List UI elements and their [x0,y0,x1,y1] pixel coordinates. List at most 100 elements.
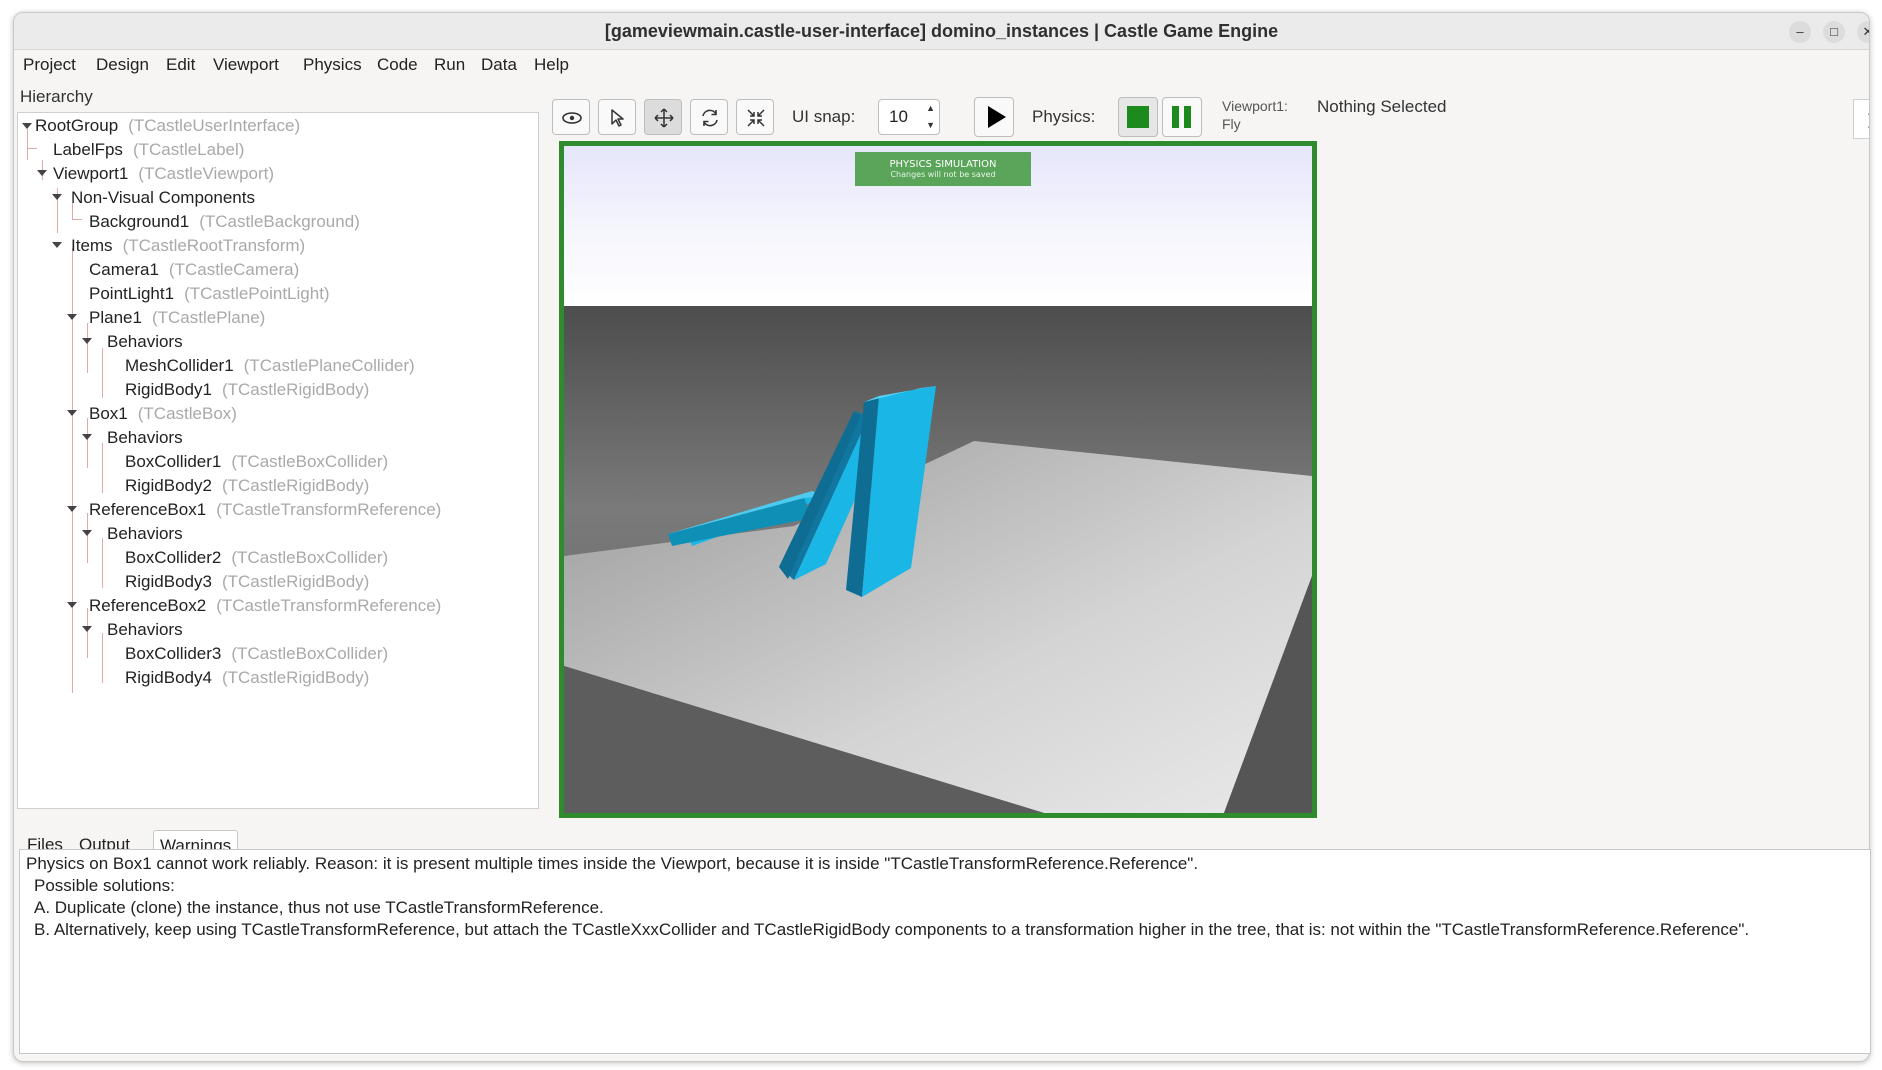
physics-label: Physics: [1032,107,1096,126]
stop-icon [1127,106,1149,128]
expand-arrow-icon[interactable] [37,170,47,176]
warning-line: Possible solutions: [34,876,175,895]
expand-arrow-icon[interactable] [52,242,62,248]
scale-arrows-icon [747,109,765,127]
tree-connector [27,148,37,149]
warning-line: Physics on Box1 cannot work reliably. Re… [26,854,1199,873]
hierarchy-tree[interactable]: RootGroup (TCastleUserInterface) LabelFps… [17,112,539,809]
tree-item-rigidbody3[interactable]: RigidBody3 (TCastleRigidBody) [125,570,369,594]
tree-item-boxcollider2[interactable]: BoxCollider2 (TCastleBoxCollider) [125,546,388,570]
select-tool-button[interactable] [598,99,636,135]
ui-snap-input[interactable]: 10 ▲ ▼ [878,99,940,135]
scale-tool-button[interactable] [736,99,774,135]
physics-stop-button[interactable] [1118,97,1158,137]
tree-item-camera1[interactable]: Camera1 (TCastleCamera) [89,258,299,282]
tree-item-behaviors[interactable]: Behaviors [107,618,193,642]
menu-viewport[interactable]: Viewport [213,55,279,75]
eye-icon [562,112,582,124]
ui-snap-label: UI snap: [792,107,856,126]
minimize-icon[interactable]: – [1789,21,1811,43]
tree-item-labelfps[interactable]: LabelFps (TCastleLabel) [53,138,244,162]
expand-arrow-icon[interactable] [52,194,62,200]
tree-item-boxcollider3[interactable]: BoxCollider3 (TCastleBoxCollider) [125,642,388,666]
view-mode-button[interactable] [552,99,590,135]
tree-item-meshcollider1[interactable]: MeshCollider1 (TCastlePlaneCollider) [125,354,415,378]
expand-arrow-icon[interactable] [82,626,92,632]
tree-item-box1[interactable]: Box1 (TCastleBox) [89,402,237,426]
warning-line: B. Alternatively, keep using TCastleTran… [34,920,1750,939]
banner-subtitle: Changes will not be saved [890,170,996,179]
play-icon [988,106,1006,128]
expand-arrow-icon[interactable] [22,123,32,129]
tree-item-referencebox2[interactable]: ReferenceBox2 (TCastleTransformReference) [89,594,441,618]
expand-arrow-icon[interactable] [67,410,77,416]
tree-connector [87,323,88,373]
tree-item-plane1[interactable]: Plane1 (TCastlePlane) [89,306,265,330]
tree-item-behaviors[interactable]: Behaviors [107,330,193,354]
window-title: [gameviewmain.castle-user-interface] dom… [604,21,1279,41]
spin-up-icon[interactable]: ▲ [926,103,935,113]
tree-item-rigidbody4[interactable]: RigidBody4 (TCastleRigidBody) [125,666,369,690]
tree-item-rigidbody2[interactable]: RigidBody2 (TCastleRigidBody) [125,474,369,498]
maximize-icon[interactable]: □ [1823,21,1845,43]
tree-connector [102,633,103,683]
translate-tool-button[interactable] [644,99,682,135]
tree-connector [27,129,28,160]
tree-item-behaviors[interactable]: Behaviors [107,522,193,546]
navigation-mode: Fly [1222,116,1241,132]
menu-help[interactable]: Help [534,55,569,75]
menu-code[interactable]: Code [377,55,418,75]
menu-run[interactable]: Run [434,55,465,75]
expand-arrow-icon[interactable] [82,530,92,536]
tree-item-behaviors[interactable]: Behaviors [107,426,193,450]
physics-pause-button[interactable] [1162,97,1202,137]
tree-connector [87,608,88,658]
scene-render [564,146,1312,813]
tree-item-viewport1[interactable]: Viewport1 (TCastleViewport) [53,162,274,186]
pause-icon [1172,106,1179,128]
menu-bar: Project Design Edit Viewport Physics Cod… [14,50,1869,80]
expand-arrow-icon[interactable] [67,506,77,512]
expand-arrow-icon[interactable] [67,602,77,608]
cursor-arrow-icon [611,109,624,127]
menu-physics[interactable]: Physics [303,55,362,75]
menu-edit[interactable]: Edit [166,55,195,75]
expand-arrow-icon[interactable] [82,338,92,344]
tree-item-referencebox1[interactable]: ReferenceBox1 (TCastleTransformReference) [89,498,441,522]
banner-title: PHYSICS SIMULATION [889,159,997,170]
ui-snap-value: 10 [889,107,908,126]
move-arrows-icon [654,108,674,128]
game-viewport[interactable]: PHYSICS SIMULATION Changes will not be s… [559,141,1317,818]
tree-connector [102,348,103,398]
tree-connector [102,443,103,493]
pause-icon [1184,106,1191,128]
tree-item-items[interactable]: Items (TCastleRootTransform) [71,234,305,258]
viewport-name: Viewport1: [1222,98,1288,114]
tree-connector [102,538,103,588]
menu-project[interactable]: Project [23,55,76,75]
tree-connector [72,219,82,220]
tree-item-pointlight1[interactable]: PointLight1 (TCastlePointLight) [89,282,330,306]
menu-data[interactable]: Data [481,55,517,75]
expand-arrow-icon[interactable] [82,434,92,440]
warnings-panel[interactable]: Physics on Box1 cannot work reliably. Re… [19,849,1871,1054]
menu-design[interactable]: Design [96,55,149,75]
hierarchy-label: Hierarchy [20,87,93,106]
spin-down-icon[interactable]: ▼ [926,120,935,130]
rotate-tool-button[interactable] [690,99,728,135]
tree-item-non-visual-components[interactable]: Non-Visual Components [71,186,265,210]
tree-item-rigidbody1[interactable]: RigidBody1 (TCastleRigidBody) [125,378,369,402]
title-bar: [gameviewmain.castle-user-interface] dom… [14,13,1869,50]
physics-simulation-banner: PHYSICS SIMULATION Changes will not be s… [855,152,1031,186]
selection-status: Nothing Selected [1317,97,1447,116]
tree-connector [87,418,88,468]
tree-item-background1[interactable]: Background1 (TCastleBackground) [89,210,360,234]
tree-connector [87,513,88,563]
play-button[interactable] [974,97,1014,137]
tree-item-rootgroup[interactable]: RootGroup (TCastleUserInterface) [35,114,300,138]
info-button[interactable]: i [1853,99,1869,139]
rotate-icon [702,109,718,127]
tree-item-boxcollider1[interactable]: BoxCollider1 (TCastleBoxCollider) [125,450,388,474]
expand-arrow-icon[interactable] [67,314,77,320]
warning-line: A. Duplicate (clone) the instance, thus … [34,898,604,917]
